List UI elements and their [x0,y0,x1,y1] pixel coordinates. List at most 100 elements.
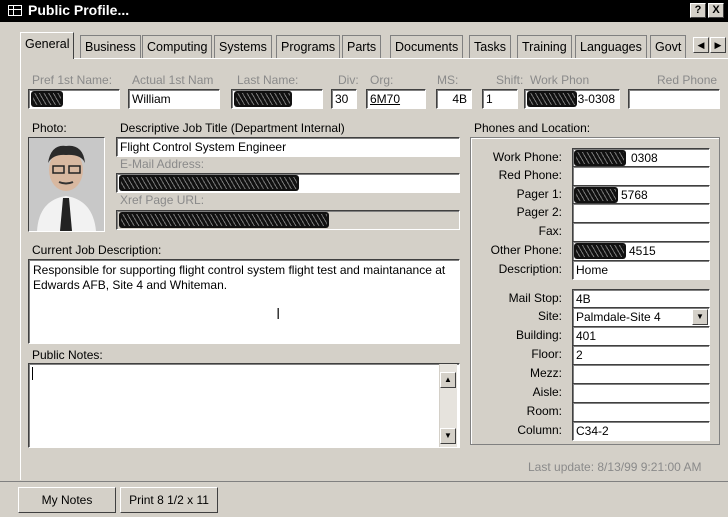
building-label: Building: [515,328,562,342]
pager2-field[interactable] [572,203,710,223]
redacted-mark [527,91,577,107]
last-update-text: Last update: 8/13/99 9:21:00 AM [528,460,702,474]
building-field[interactable]: 401 [572,326,710,346]
aisle-label: Aisle: [532,385,562,399]
tab-computing[interactable]: Computing [142,35,213,58]
aisle-field[interactable] [572,383,710,403]
public-notes-label: Public Notes: [32,348,103,362]
description-field[interactable]: Home [572,260,710,280]
site-label: Site: [537,309,562,323]
tab-training[interactable]: Training [517,35,572,58]
close-button[interactable]: X [708,3,724,18]
last-name-label: Last Name: [237,73,299,87]
pager1-field[interactable]: 5768 [572,185,710,205]
tab-general[interactable]: General [20,32,75,59]
caret [32,367,33,380]
work-phone-value: 0308 [631,151,658,165]
tab-programs[interactable]: Programs [276,35,341,58]
job-description-label: Current Job Description: [32,243,162,257]
job-title-label: Descriptive Job Title (Department Intern… [120,121,345,135]
redacted-mark [119,175,299,191]
last-name-field[interactable] [231,89,323,109]
tab-documents[interactable]: Documents [390,35,464,58]
tab-govt[interactable]: Govt [650,35,687,58]
work-phone-field[interactable]: 0308 [572,148,710,168]
org-field[interactable]: 6M70 [366,89,426,109]
shift-field[interactable]: 1 [482,89,518,109]
mezz-label: Mezz: [529,366,562,380]
redacted-mark [119,212,329,228]
site-select[interactable]: Palmdale-Site 4 ▼ [572,307,710,327]
xref-url-label: Xref Page URL: [120,193,205,207]
red-phone-field[interactable] [572,166,710,186]
divider [0,481,728,482]
redacted-mark [574,243,626,259]
mail-stop-label: Mail Stop: [508,291,562,305]
red-phone-label: Red Phone: [498,168,562,182]
room-label: Room: [526,404,562,418]
title-bar: Public Profile... ? X [0,0,728,22]
description-label: Description: [498,262,562,276]
arrow-down-icon[interactable]: ▼ [440,428,456,444]
actual-first-name-field[interactable]: William [128,89,220,109]
phones-group-label: Phones and Location: [474,121,591,135]
fax-field[interactable] [572,222,710,242]
job-description-field[interactable]: Responsible for supporting flight contro… [28,259,460,344]
notes-scrollbar[interactable]: ▲ ▼ [439,364,457,447]
column-field[interactable]: C34-2 [572,421,710,441]
shift-label: Shift: [496,73,524,87]
ms-field[interactable]: 4B [436,89,472,109]
job-title-field[interactable]: Flight Control System Engineer [116,137,460,157]
pref-first-name-field[interactable] [28,89,120,109]
tab-business[interactable]: Business [80,35,141,58]
tab-systems[interactable]: Systems [214,35,272,58]
floor-label: Floor: [531,347,562,361]
xref-url-field[interactable] [116,210,460,230]
arrow-right-icon[interactable]: ▶ [710,37,726,53]
fax-label: Fax: [538,224,562,238]
other-phone-field[interactable]: 4515 [572,241,710,261]
arrow-up-icon[interactable]: ▲ [440,372,456,388]
print-button[interactable]: Print 8 1/2 x 11 [120,487,218,513]
site-value: Palmdale-Site 4 [576,310,661,324]
tab-strip: General Business Computing Systems Progr… [20,32,728,59]
red-phone-header-field[interactable] [628,89,720,109]
other-phone-label: Other Phone: [490,243,562,257]
redacted-mark [234,91,292,107]
ms-label: MS: [437,73,459,87]
photo-label: Photo: [32,121,67,135]
column-label: Column: [517,423,562,437]
floor-field[interactable]: 2 [572,345,710,365]
div-label: Div: [338,73,359,87]
public-notes-field[interactable]: ▲ ▼ [28,363,460,448]
email-field[interactable] [116,173,460,193]
text-cursor-icon: I [276,306,281,323]
help-button[interactable]: ? [690,3,706,18]
div-field[interactable]: 30 [331,89,357,109]
avatar [29,138,104,231]
tab-parts[interactable]: Parts [342,35,382,58]
work-phone-header-field[interactable]: 3-0308 [524,89,620,109]
work-phone-header-label: Work Phon [530,73,590,87]
my-notes-button[interactable]: My Notes [18,487,116,513]
pager1-label: Pager 1: [516,187,562,201]
pager1-value: 5768 [621,188,648,202]
form-icon [8,5,22,16]
pager2-label: Pager 2: [516,205,562,219]
other-phone-value: 4515 [629,244,656,258]
mail-stop-field[interactable]: 4B [572,289,710,309]
mezz-field[interactable] [572,364,710,384]
red-phone-header-label: Red Phone [657,73,718,87]
work-phone-header-value: 3-0308 [577,92,615,106]
pref-first-name-label: Pref 1st Name: [32,73,113,87]
chevron-down-icon[interactable]: ▼ [692,309,708,325]
tab-languages[interactable]: Languages [575,35,647,58]
actual-first-name-label: Actual 1st Nam [132,73,214,87]
window-title: Public Profile... [28,2,130,18]
arrow-left-icon[interactable]: ◀ [693,37,709,53]
room-field[interactable] [572,402,710,422]
tab-tasks[interactable]: Tasks [469,35,511,58]
profile-photo [28,137,105,232]
redacted-mark [574,187,618,203]
redacted-mark [31,91,63,107]
